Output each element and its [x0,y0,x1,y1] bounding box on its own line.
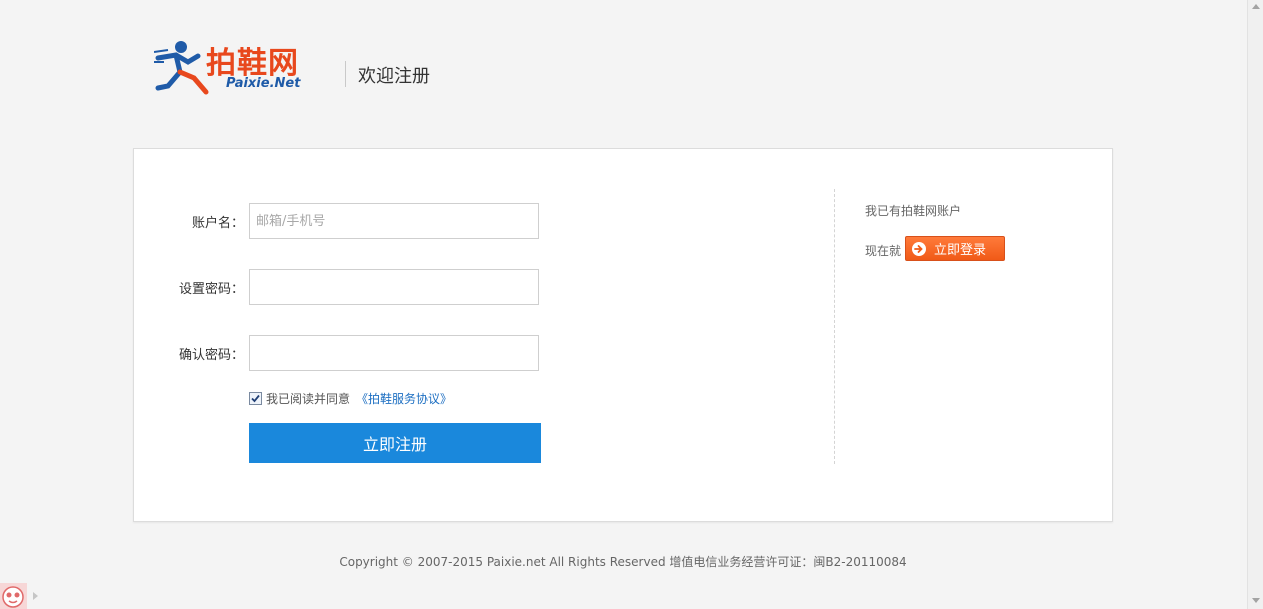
agree-checkbox[interactable] [249,392,262,405]
register-button[interactable]: 立即注册 [249,423,541,463]
page-title: 欢迎注册 [358,66,430,87]
username-label: 账户名： [191,216,244,231]
login-button-label: 立即登录 [934,243,987,258]
runner-logo-icon [154,41,209,95]
paixie-logo[interactable]: 拍鞋网 Paixie.Net [154,38,324,96]
arrow-right-icon [912,241,926,256]
mascot-widget-icon[interactable] [0,583,27,609]
service-agreement-link[interactable]: 《拍鞋服务协议》 [356,392,452,406]
agreement-row: 我已阅读并同意 《拍鞋服务协议》 [249,390,452,407]
confirm-password-input[interactable] [249,335,539,371]
footer-copyright: Copyright © 2007-2015 Paixie.net All Rig… [339,555,907,569]
password-input[interactable] [249,269,539,305]
login-button[interactable]: 立即登录 [905,236,1005,261]
header-divider [345,61,346,87]
scroll-up-icon[interactable] [1252,4,1260,9]
register-card: 账户名： 设置密码： 确认密码： 我已阅读并同意《拍鞋服务协议》 立即注册 我已… [133,148,1113,522]
password-label: 设置密码： [178,282,244,297]
checkmark-icon [251,394,260,403]
card-divider [834,189,835,464]
username-input[interactable] [249,203,539,239]
scroll-down-icon[interactable] [1252,598,1260,603]
agree-text: 我已阅读并同意 [266,392,351,406]
confirm-password-label: 确认密码： [178,348,244,363]
have-account-text: 我已有拍鞋网账户 [865,204,962,218]
vertical-scrollbar[interactable] [1247,0,1263,609]
login-now-text: 现在就 [865,244,902,258]
logo-english-text: Paixie.Net [226,76,301,91]
registration-page: 拍鞋网 Paixie.Net 欢迎注册 账户名： 设置密码： 确认密码： 我已阅… [0,0,1263,609]
expand-arrow-icon[interactable] [33,592,38,600]
